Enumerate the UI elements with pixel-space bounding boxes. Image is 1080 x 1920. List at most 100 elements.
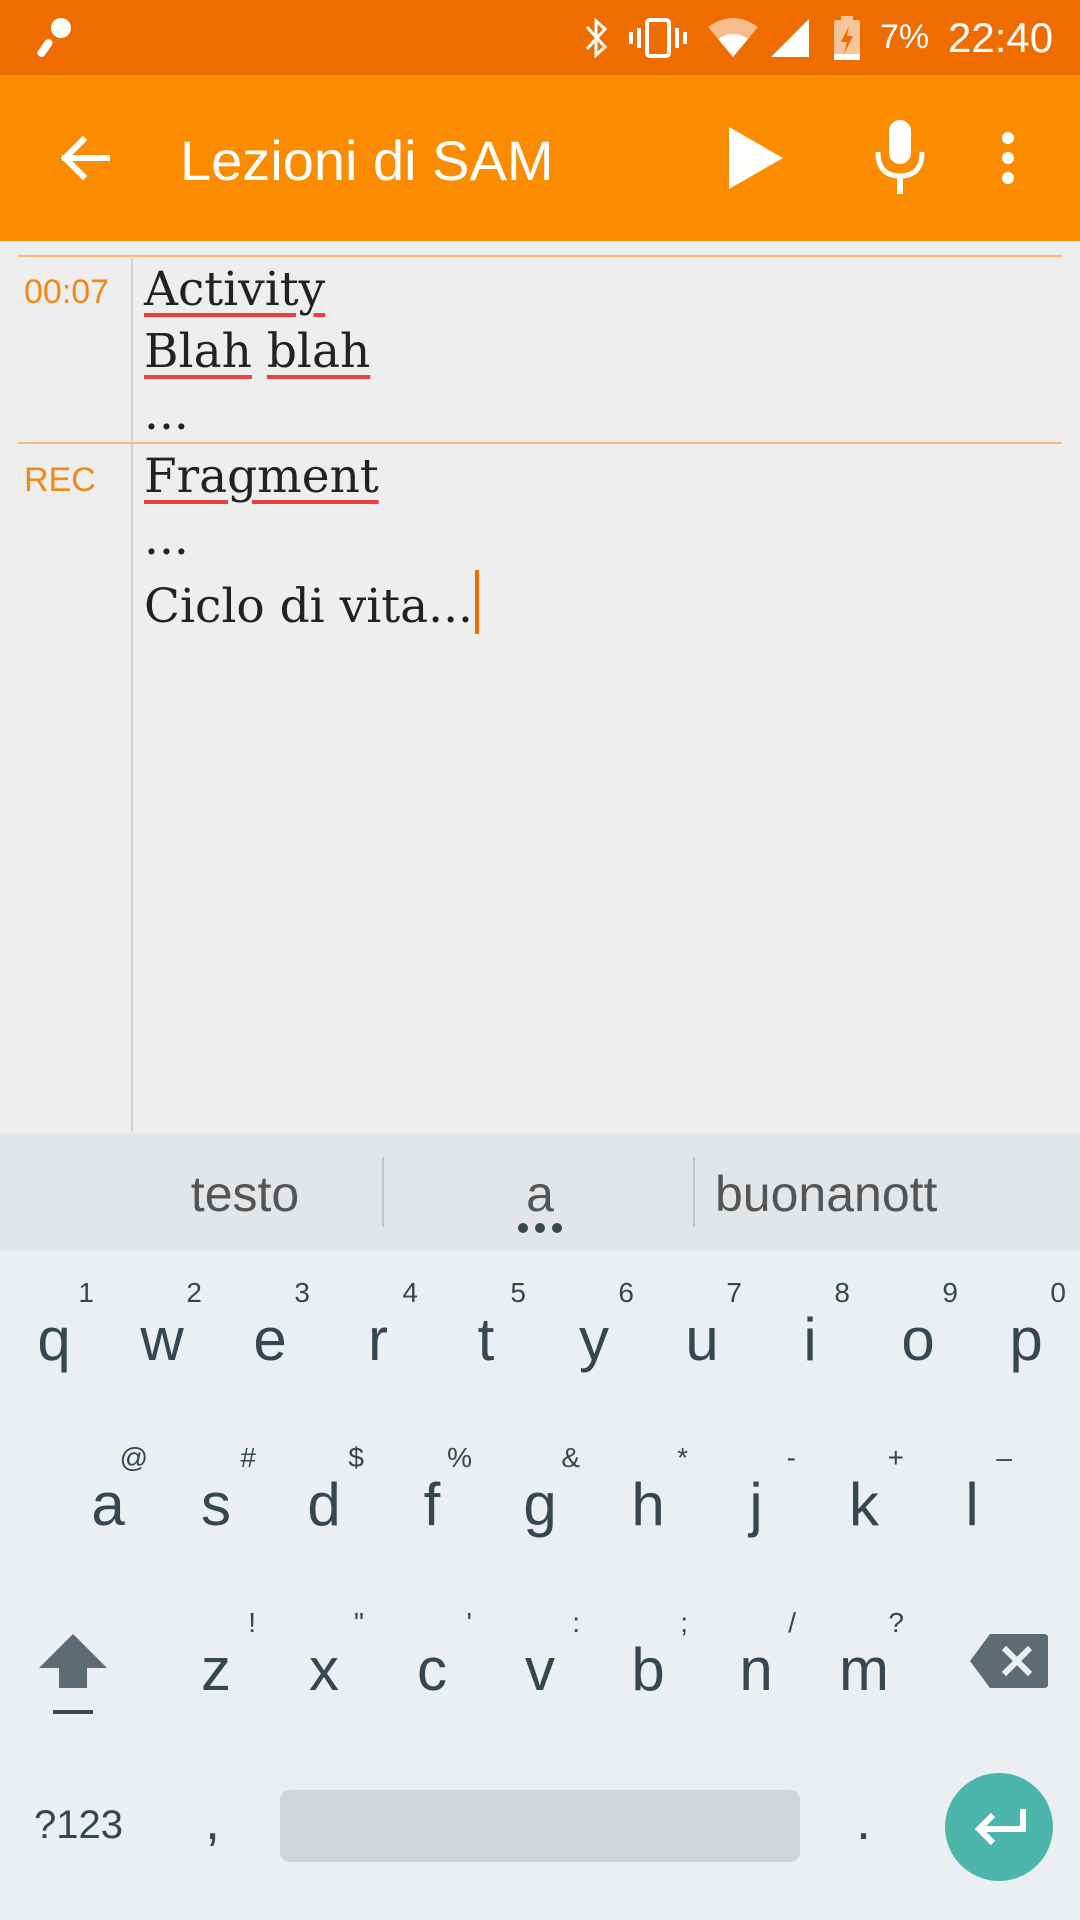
key-label: h [631,1471,665,1538]
key-w[interactable]: 2w [108,1265,216,1415]
key-n[interactable]: / n [702,1595,810,1745]
page-title: Lezioni di SAM [180,129,554,192]
key-q[interactable]: 1q [0,1265,108,1415]
backspace-key[interactable] [968,1630,1050,1692]
app-bar: Lezioni di SAM [0,75,1080,241]
note-line: Fragment [144,449,379,504]
status-bar: 7% 22:40 [0,0,1080,75]
key-label: u [685,1306,719,1373]
signal-icon [768,0,812,75]
key-v[interactable]: :v [486,1595,594,1745]
key-b[interactable]: ; b [594,1595,702,1745]
key-label: j [749,1471,763,1538]
timestamp-divider [131,258,133,1132]
key-f[interactable]: % f [378,1430,486,1580]
key-label: s [201,1471,231,1538]
text-cursor [474,570,479,634]
entry-separator [18,442,1062,444]
key-h[interactable]: * h [594,1430,702,1580]
key-label: r [368,1306,388,1373]
suggestion-right[interactable]: buonanott [715,1165,937,1223]
key-i[interactable]: 8i [756,1265,864,1415]
key-label: c [417,1636,447,1703]
suggestion-left[interactable]: testo [150,1165,340,1223]
key-m[interactable]: ? m [810,1595,918,1745]
suggestion-divider [693,1157,695,1227]
key-label: k [849,1471,879,1538]
key-label: m [839,1636,889,1703]
comma-key[interactable]: , [205,1790,220,1852]
note-line: ... [144,386,189,441]
shift-icon [39,1634,107,1714]
key-label: q [37,1306,71,1373]
key-x[interactable]: " x [270,1595,378,1745]
enter-icon [974,1809,1026,1846]
key-k[interactable]: + k [810,1430,918,1580]
backspace-icon [970,1634,1048,1688]
key-s[interactable]: # s [162,1430,270,1580]
key-label: l [965,1471,979,1538]
note-entry[interactable]: Fragment ... Ciclo di vita... [144,446,479,638]
key-label: d [307,1471,341,1538]
suggestion-divider [382,1157,384,1227]
key-label: v [525,1636,555,1703]
key-label: z [201,1636,231,1703]
enter-key[interactable] [945,1773,1053,1881]
suggestion-strip: testo a buonanott [0,1133,1080,1250]
note-line: Ciclo di vita... [144,579,473,634]
key-z[interactable]: ! z [162,1595,270,1745]
battery-percent: 7% [880,18,930,56]
notes-editor[interactable]: 00:07 Activity Blah blah ... REC Fragmen… [0,241,1080,1133]
suggestion-center[interactable]: a [440,1165,640,1223]
entry-separator [18,255,1062,257]
key-t[interactable]: 5t [432,1265,540,1415]
back-button[interactable] [40,118,130,198]
battery-charging-icon [830,0,864,75]
wifi-icon [705,0,761,75]
note-entry[interactable]: Activity Blah blah ... [144,259,370,445]
microphone-icon [875,120,925,194]
app-notification-icon [30,0,80,75]
back-arrow-icon [60,135,110,181]
period-key[interactable]: . [856,1790,871,1852]
key-label: i [803,1306,817,1373]
key-label: w [140,1306,184,1373]
key-y[interactable]: 6y [540,1265,648,1415]
key-l[interactable]: – l [918,1430,1026,1580]
symbols-key[interactable]: ?123 [34,1803,123,1848]
more-vert-icon [1002,132,1014,184]
key-label: p [1009,1306,1043,1373]
key-label: a [91,1471,125,1538]
key-label: g [523,1471,557,1538]
key-label: x [309,1636,339,1703]
overflow-menu-button[interactable] [978,113,1038,203]
key-label: o [901,1306,935,1373]
key-r[interactable]: 4r [324,1265,432,1415]
key-o[interactable]: 9o [864,1265,972,1415]
key-u[interactable]: 7u [648,1265,756,1415]
key-p[interactable]: 0p [972,1265,1080,1415]
key-g[interactable]: & g [486,1430,594,1580]
key-c[interactable]: ' c [378,1595,486,1745]
key-label: n [739,1636,773,1703]
note-line: ... [144,511,189,566]
key-j[interactable]: -j [702,1430,810,1580]
key-d[interactable]: $ d [270,1430,378,1580]
play-icon [729,127,783,189]
play-button[interactable] [705,113,805,203]
key-a[interactable]: @ a [54,1430,162,1580]
microphone-button[interactable] [860,113,940,203]
bluetooth-icon [578,0,614,75]
note-line: Activity [144,262,326,317]
recording-indicator: REC [24,461,96,499]
key-label: y [579,1306,609,1373]
shift-key[interactable] [35,1630,115,1720]
clock: 22:40 [948,14,1054,61]
entry-timestamp[interactable]: 00:07 [24,273,109,312]
space-bar[interactable] [280,1790,800,1862]
more-suggestions-icon [517,1221,563,1239]
note-line: Blah blah [144,321,370,383]
key-label: t [477,1306,495,1373]
key-e[interactable]: 3e [216,1265,324,1415]
note-word: Blah [144,324,252,379]
